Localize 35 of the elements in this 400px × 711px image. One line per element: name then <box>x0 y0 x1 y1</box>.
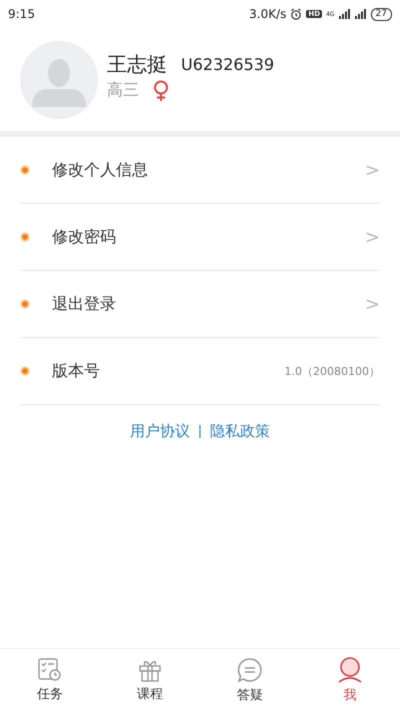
user-name: 王志挺 <box>107 50 167 78</box>
policy-link[interactable]: 隐私政策 <box>210 422 270 441</box>
menu-item[interactable]: 退出登录 > <box>20 271 380 338</box>
signal-icon <box>354 9 367 19</box>
tab[interactable]: 答疑 <box>200 649 300 711</box>
bullet-icon <box>20 299 30 309</box>
tab[interactable]: 我 <box>300 649 400 711</box>
link-separator: | <box>198 424 202 439</box>
avatar-icon <box>20 41 98 119</box>
menu-label: 修改个人信息 <box>52 160 149 180</box>
chat-icon <box>237 656 263 682</box>
tab[interactable]: 课程 <box>100 649 200 711</box>
user-id: U62326539 <box>181 54 274 74</box>
menu-item[interactable]: 修改密码 > <box>20 204 380 271</box>
checklist-icon <box>38 658 62 682</box>
version-value: 1.0（20080100） <box>284 364 380 378</box>
grade-label: 高三 <box>107 80 139 101</box>
menu-label: 修改密码 <box>52 226 117 248</box>
menu-item[interactable]: 修改个人信息 > <box>20 137 380 204</box>
menu-label: 版本号 <box>52 360 101 382</box>
bullet-icon <box>20 165 30 175</box>
battery-level: 27 <box>370 8 392 20</box>
status-time: 9:15 <box>8 7 35 21</box>
alarm-icon <box>290 8 302 20</box>
tab[interactable]: 任务 <box>0 649 100 711</box>
chevron: > <box>364 160 380 180</box>
chevron: > <box>364 226 380 248</box>
chevron: > <box>364 294 380 314</box>
bullet-icon <box>20 232 30 242</box>
person-icon <box>337 656 363 682</box>
bullet-icon <box>20 366 30 376</box>
menu-label: 退出登录 <box>52 294 117 314</box>
network-speed: 3.0K/s <box>249 7 286 21</box>
policy-link[interactable]: 用户协议 <box>130 422 190 441</box>
signal-icon <box>338 9 351 19</box>
